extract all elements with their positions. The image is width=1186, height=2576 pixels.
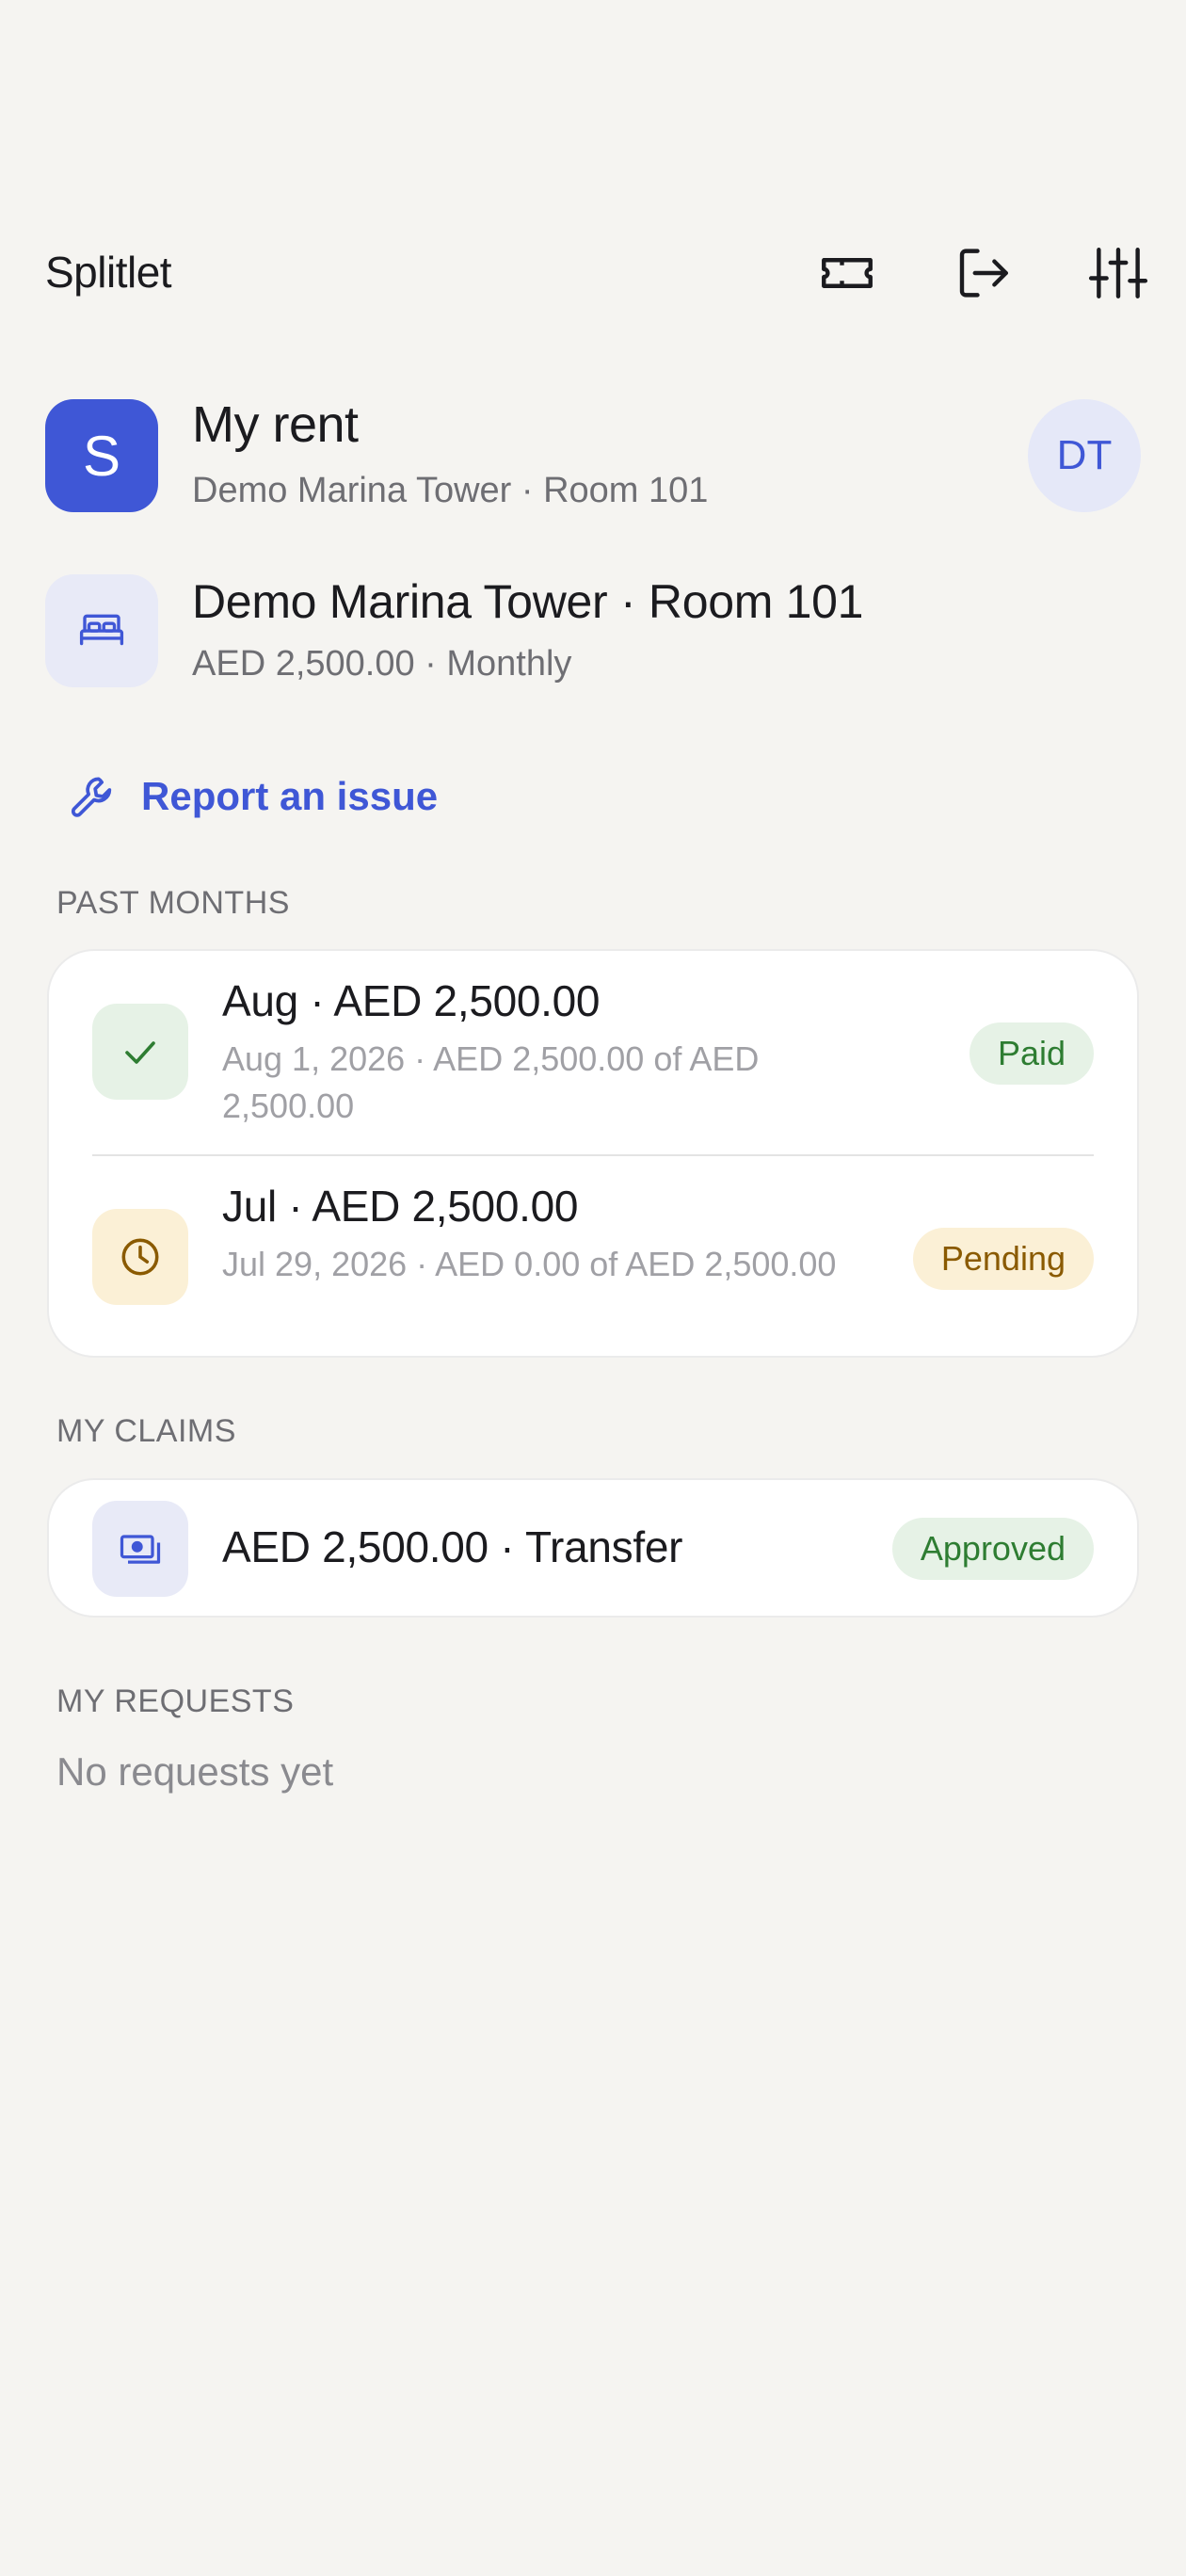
check-icon: [92, 1004, 188, 1100]
clock-icon: [92, 1209, 188, 1305]
sliders-icon: [1088, 248, 1148, 298]
rent-header: S My rent Demo Marina Tower · Room 101 D…: [45, 396, 1141, 512]
bed-icon: [45, 574, 158, 687]
app-bar: Splitlet: [0, 226, 1186, 320]
logout-button[interactable]: [943, 233, 1022, 313]
cash-icon: [92, 1501, 188, 1597]
claim-title: AED 2,500.00 · Transfer: [222, 1522, 683, 1571]
status-badge: Paid: [969, 1022, 1094, 1085]
list-item[interactable]: Jul · AED 2,500.00 Jul 29, 2026 · AED 0.…: [49, 1156, 1137, 1360]
past-months-card: Aug · AED 2,500.00 Aug 1, 2026 · AED 2,5…: [47, 949, 1139, 1358]
app-title: Splitlet: [45, 248, 172, 297]
page-subtitle: Demo Marina Tower · Room 101: [192, 471, 709, 510]
user-avatar[interactable]: DT: [1028, 399, 1141, 512]
app-avatar: S: [45, 399, 158, 512]
payment-title: Jul · AED 2,500.00: [222, 1182, 579, 1231]
wrench-icon: [71, 777, 112, 817]
payment-title: Aug · AED 2,500.00: [222, 976, 601, 1025]
ticket-button[interactable]: [808, 233, 887, 313]
property-summary[interactable]: Demo Marina Tower · Room 101 AED 2,500.0…: [45, 574, 1141, 687]
status-badge: Pending: [912, 1228, 1094, 1290]
report-issue-button[interactable]: Report an issue: [68, 761, 438, 832]
payment-subtitle: Jul 29, 2026 · AED 0.00 of AED 2,500.00: [222, 1245, 837, 1283]
ticket-icon: [822, 258, 873, 288]
page-title: My rent: [192, 396, 359, 453]
claims-card: AED 2,500.00 · Transfer Approved: [47, 1478, 1139, 1618]
property-subtitle: AED 2,500.00 · Monthly: [192, 644, 572, 684]
filters-button[interactable]: [1079, 233, 1158, 313]
property-title: Demo Marina Tower · Room 101: [192, 575, 864, 628]
list-item[interactable]: Aug · AED 2,500.00 Aug 1, 2026 · AED 2,5…: [49, 951, 1137, 1156]
past-months-heading: PAST MONTHS: [56, 885, 290, 921]
report-issue-label: Report an issue: [141, 774, 439, 818]
my-requests-heading: MY REQUESTS: [56, 1683, 295, 1719]
status-badge: Approved: [891, 1518, 1094, 1580]
payment-subtitle: Aug 1, 2026 · AED 2,500.00 of AED 2,500.…: [222, 1039, 760, 1125]
list-item[interactable]: AED 2,500.00 · Transfer Approved: [49, 1480, 1137, 1619]
empty-requests-message: No requests yet: [56, 1749, 334, 1794]
my-claims-heading: MY CLAIMS: [56, 1413, 236, 1449]
logout-icon: [959, 249, 1008, 298]
